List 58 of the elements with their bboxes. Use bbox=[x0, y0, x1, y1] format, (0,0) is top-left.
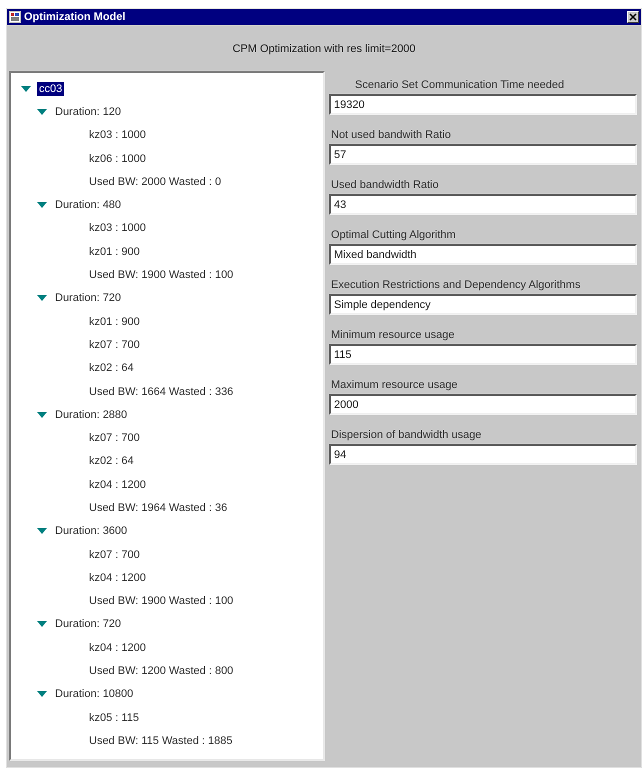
input-field[interactable]: 19320 bbox=[329, 94, 637, 115]
tree-leaf[interactable]: kz03 : 1000 bbox=[87, 128, 148, 142]
tree-leaf[interactable]: Used BW: 115 Wasted : 1885 bbox=[87, 734, 234, 748]
input-field[interactable]: Simple dependency bbox=[329, 294, 637, 315]
tree-leaf[interactable]: kz04 : 1200 bbox=[87, 478, 148, 492]
tree-leaf[interactable]: Used BW: 1900 Wasted : 100 bbox=[87, 268, 236, 282]
field-label: Maximum resource usage bbox=[330, 378, 459, 393]
tree-node[interactable]: Duration: 3600 bbox=[53, 524, 130, 538]
tree-leaf[interactable]: kz07 : 700 bbox=[87, 338, 142, 352]
field-label: Dispersion of bandwidth usage bbox=[330, 428, 482, 443]
window-icon bbox=[9, 11, 21, 23]
expand-icon[interactable] bbox=[37, 412, 47, 418]
expand-icon[interactable] bbox=[37, 621, 47, 628]
tree-leaf[interactable]: kz02 : 64 bbox=[87, 361, 136, 376]
expand-icon[interactable] bbox=[37, 691, 47, 698]
expand-icon[interactable] bbox=[37, 202, 47, 208]
tree-node[interactable]: Duration: 720 bbox=[53, 617, 124, 632]
tree-node[interactable]: Duration: 720 bbox=[53, 291, 124, 306]
input-field[interactable]: 2000 bbox=[329, 394, 637, 415]
input-field[interactable]: 94 bbox=[329, 444, 637, 465]
field-label: Used bandwidth Ratio bbox=[330, 178, 440, 193]
input-field[interactable]: 43 bbox=[329, 194, 637, 215]
header-text: CPM Optimization with res limit=2000 bbox=[232, 42, 416, 57]
tree-node[interactable]: cc03 bbox=[37, 82, 64, 96]
input-field[interactable]: Mixed bandwidth bbox=[329, 244, 637, 265]
tree-leaf[interactable]: kz03 : 1000 bbox=[87, 221, 148, 236]
close-icon bbox=[629, 13, 637, 21]
tree-leaf[interactable]: kz07 : 700 bbox=[87, 431, 142, 446]
tree-node[interactable]: Duration: 480 bbox=[53, 198, 124, 212]
tree-leaf[interactable]: kz05 : 115 bbox=[87, 710, 141, 725]
tree-leaf[interactable]: Used BW: 2000 Wasted : 0 bbox=[87, 174, 224, 189]
field-label: Scenario Set Communication Time needed bbox=[354, 78, 566, 93]
field-label: Not used bandwith Ratio bbox=[330, 128, 452, 143]
tree-leaf[interactable]: kz06 : 1000 bbox=[87, 152, 148, 166]
tree-leaf[interactable]: kz01 : 900 bbox=[87, 244, 142, 259]
tree-leaf[interactable]: kz01 : 900 bbox=[87, 314, 142, 329]
tree-node[interactable]: Duration: 10800 bbox=[53, 687, 136, 702]
expand-icon[interactable] bbox=[37, 528, 47, 534]
input-field[interactable]: 57 bbox=[329, 144, 637, 165]
input-field[interactable]: 115 bbox=[329, 344, 637, 365]
tree-leaf[interactable]: Used BW: 1964 Wasted : 36 bbox=[87, 500, 230, 515]
field-label: Minimum resource usage bbox=[330, 328, 456, 343]
tree-leaf[interactable]: Used BW: 1664 Wasted : 336 bbox=[87, 384, 236, 398]
tree-leaf[interactable]: Used BW: 1900 Wasted : 100 bbox=[87, 594, 236, 608]
field-label: Execution Restrictions and Dependency Algorithms bbox=[330, 278, 582, 293]
tree-node[interactable]: Duration: 120 bbox=[53, 104, 124, 119]
window-title: Optimization Model bbox=[24, 11, 126, 23]
expand-icon[interactable] bbox=[37, 295, 47, 302]
tree-node[interactable]: Duration: 2880 bbox=[53, 408, 130, 422]
tree-leaf[interactable]: kz04 : 1200 bbox=[87, 570, 148, 585]
expand-icon[interactable] bbox=[37, 108, 47, 115]
tree-leaf[interactable]: kz07 : 700 bbox=[87, 548, 142, 562]
tree-leaf[interactable]: kz04 : 1200 bbox=[87, 640, 148, 655]
expand-icon[interactable] bbox=[21, 86, 31, 92]
close-button[interactable] bbox=[627, 11, 639, 23]
field-label: Optimal Cutting Algorithm bbox=[330, 228, 457, 243]
tree-leaf[interactable]: Used BW: 1200 Wasted : 800 bbox=[87, 664, 236, 678]
tree-leaf[interactable]: kz02 : 64 bbox=[87, 454, 136, 468]
